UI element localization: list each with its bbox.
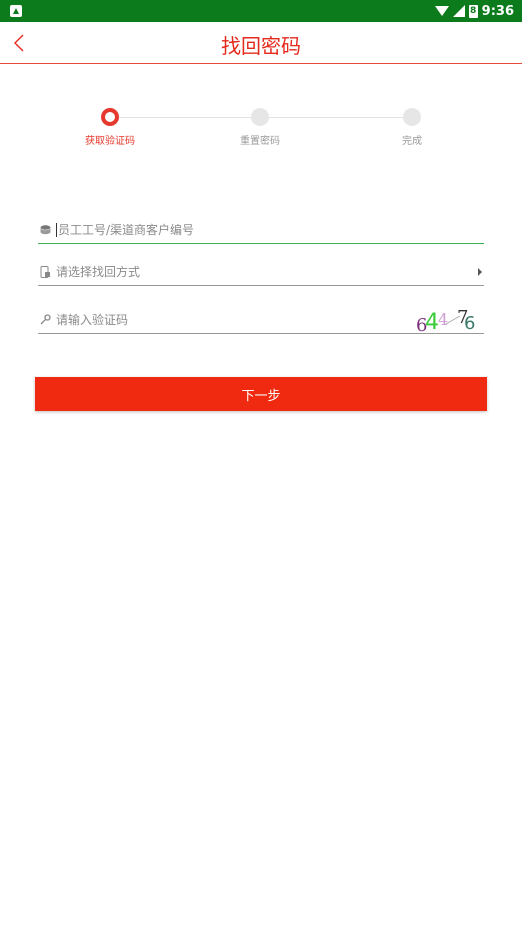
key-icon [38,313,52,327]
status-time: 9:36 [481,3,514,19]
wifi-icon [434,6,449,16]
recovery-method-input[interactable] [56,264,478,279]
chevron-right-icon [478,267,482,276]
step-1: 获取验证码 [65,108,155,147]
step-label: 重置密码 [240,136,280,147]
app-bar: 找回密码 [0,22,522,64]
captcha-char: 6 [464,313,475,334]
step-label: 获取验证码 [85,136,135,147]
page-title: 找回密码 [221,34,301,58]
step-dot [251,108,269,126]
verification-code-input[interactable] [56,312,416,327]
recovery-method-select[interactable] [38,258,484,286]
step-dot [403,108,421,126]
notification-icon [10,5,22,17]
verification-code-field[interactable]: 6 4 4 7 6 [38,306,484,336]
step-3: 完成 [367,108,457,147]
captcha-drawing: 6 4 4 7 6 [416,307,475,336]
status-left [10,5,22,17]
captcha-char: 4 [438,310,448,329]
captcha-image[interactable]: 6 4 4 7 6 [416,306,484,336]
step-dot-active [101,108,119,126]
signal-icon [452,5,465,17]
step-indicator: 获取验证码 重置密码 完成 [70,106,450,156]
employee-id-input[interactable] [58,222,484,237]
step-label: 完成 [402,136,422,147]
database-icon [38,223,52,237]
step-2: 重置密码 [215,108,305,147]
status-right: 8 9:36 [434,3,514,19]
text-cursor [56,222,57,237]
phone-icon [38,265,52,279]
status-bar: 8 9:36 [0,0,522,22]
captcha-char: 4 [425,310,439,334]
battery-digit: 8 [470,6,477,16]
next-step-button[interactable]: 下一步 [35,377,487,411]
battery-icon: 8 [468,4,478,18]
employee-id-field[interactable] [38,216,484,244]
